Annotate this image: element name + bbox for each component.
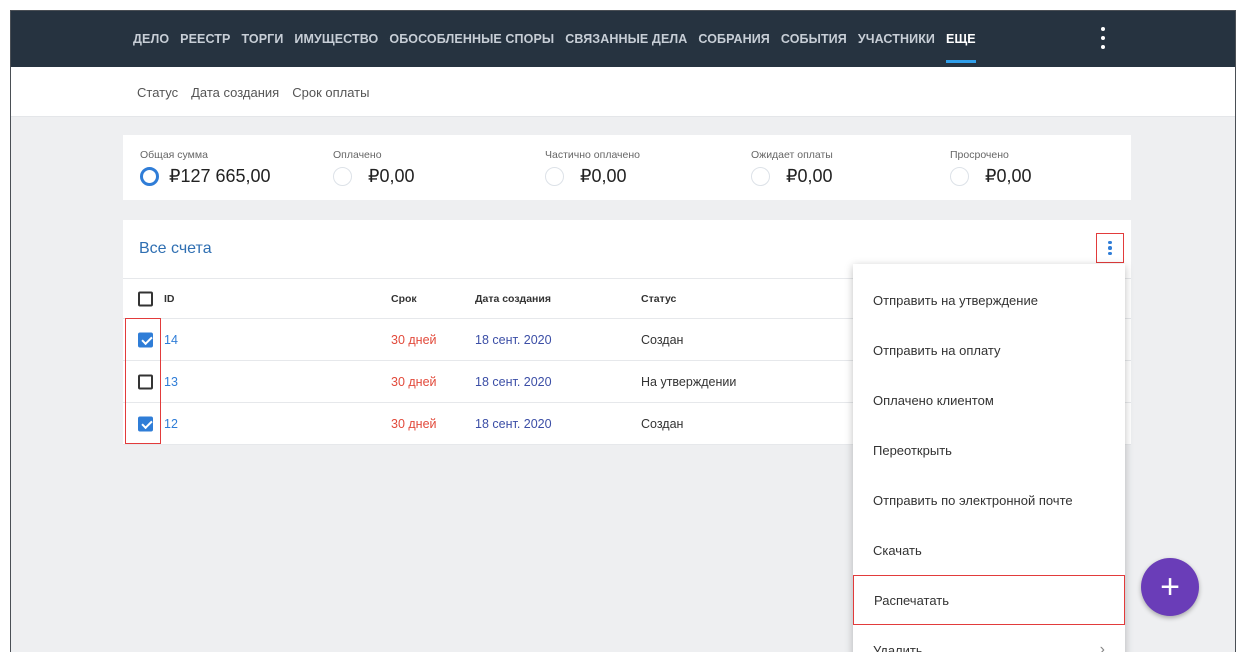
- nav-item-imushchestvo[interactable]: ИМУЩЕСТВО: [294, 32, 378, 46]
- summary-overdue: Просрочено ₽0,00: [950, 149, 1032, 187]
- ring-icon: [545, 167, 564, 186]
- summary-label: Оплачено: [333, 149, 382, 161]
- invoice-status: На утверждении: [641, 374, 737, 389]
- ring-icon: [333, 167, 352, 186]
- menu-item-send-for-payment[interactable]: Отправить на оплату: [853, 325, 1125, 375]
- summary-value: ₽0,00: [786, 166, 833, 186]
- summary-value: ₽0,00: [368, 166, 415, 186]
- kebab-vertical-icon[interactable]: [1096, 27, 1110, 49]
- summary-partially-paid: Частично оплачено ₽0,00: [545, 149, 640, 187]
- invoice-status: Создан: [641, 416, 684, 431]
- invoice-status: Создан: [641, 332, 684, 347]
- column-header-srok[interactable]: Срок: [391, 293, 417, 305]
- invoices-title: Все счета: [139, 240, 212, 257]
- menu-item-paid-by-client[interactable]: Оплачено клиентом: [853, 375, 1125, 425]
- subnav-due-date[interactable]: Срок оплаты: [292, 85, 369, 100]
- sub-navigation: Статус Дата создания Срок оплаты: [11, 67, 1235, 117]
- invoice-due: 30 дней: [391, 332, 437, 347]
- invoice-date: 18 сент. 2020: [475, 416, 552, 431]
- menu-item-delete[interactable]: Удалить ›: [853, 625, 1125, 652]
- invoice-id-link[interactable]: 13: [164, 375, 178, 389]
- invoice-due: 30 дней: [391, 416, 437, 431]
- column-header-date[interactable]: Дата создания: [475, 293, 551, 305]
- nav-item-obosoblennye-spory[interactable]: ОБОСОБЛЕННЫЕ СПОРЫ: [389, 32, 554, 46]
- select-all-checkbox[interactable]: [138, 291, 153, 306]
- ring-icon: [140, 167, 159, 186]
- chevron-right-icon: ›: [1099, 641, 1105, 652]
- ring-icon: [751, 167, 770, 186]
- summary-total: Общая сумма ₽127 665,00: [140, 149, 271, 187]
- top-navigation: ДЕЛО РЕЕСТР ТОРГИ ИМУЩЕСТВО ОБОСОБЛЕННЫЕ…: [11, 11, 1235, 67]
- summary-awaiting: Ожидает оплаты ₽0,00: [751, 149, 833, 187]
- nav-item-uchastniki[interactable]: УЧАСТНИКИ: [858, 32, 935, 46]
- invoices-context-menu: Отправить на утверждение Отправить на оп…: [853, 264, 1125, 652]
- row-checkbox[interactable]: [138, 416, 153, 431]
- menu-item-delete-label: Удалить: [873, 642, 923, 652]
- app-frame: ДЕЛО РЕЕСТР ТОРГИ ИМУЩЕСТВО ОБОСОБЛЕННЫЕ…: [10, 10, 1236, 652]
- nav-item-reestr[interactable]: РЕЕСТР: [180, 32, 230, 46]
- nav-item-sobraniya[interactable]: СОБРАНИЯ: [698, 32, 770, 46]
- invoice-id-link[interactable]: 12: [164, 417, 178, 431]
- nav-item-sobytiya[interactable]: СОБЫТИЯ: [781, 32, 847, 46]
- ring-icon: [950, 167, 969, 186]
- subnav-date-created[interactable]: Дата создания: [191, 85, 279, 100]
- subnav-status[interactable]: Статус: [137, 85, 178, 100]
- invoice-due: 30 дней: [391, 374, 437, 389]
- summary-panel: Общая сумма ₽127 665,00 Оплачено ₽0,00 Ч…: [123, 135, 1131, 200]
- summary-paid: Оплачено ₽0,00: [333, 149, 415, 187]
- summary-value: ₽0,00: [985, 166, 1032, 186]
- menu-item-send-email[interactable]: Отправить по электронной почте: [853, 475, 1125, 525]
- column-header-status[interactable]: Статус: [641, 293, 676, 305]
- menu-item-send-for-approval[interactable]: Отправить на утверждение: [853, 275, 1125, 325]
- summary-label: Ожидает оплаты: [751, 149, 833, 161]
- invoice-id-link[interactable]: 14: [164, 333, 178, 347]
- invoice-date: 18 сент. 2020: [475, 332, 552, 347]
- row-checkbox[interactable]: [138, 332, 153, 347]
- menu-item-print[interactable]: Распечатать: [853, 575, 1125, 625]
- menu-item-reopen[interactable]: Переоткрыть: [853, 425, 1125, 475]
- summary-label: Просрочено: [950, 149, 1009, 161]
- column-header-id[interactable]: ID: [164, 293, 175, 305]
- invoices-menu-kebab-icon[interactable]: [1096, 233, 1124, 263]
- nav-item-torgi[interactable]: ТОРГИ: [241, 32, 283, 46]
- nav-item-delo[interactable]: ДЕЛО: [133, 32, 169, 46]
- top-nav-items: ДЕЛО РЕЕСТР ТОРГИ ИМУЩЕСТВО ОБОСОБЛЕННЫЕ…: [133, 11, 987, 67]
- summary-label: Частично оплачено: [545, 149, 640, 161]
- menu-item-download[interactable]: Скачать: [853, 525, 1125, 575]
- summary-value: ₽127 665,00: [169, 166, 271, 186]
- nav-item-svyazannye-dela[interactable]: СВЯЗАННЫЕ ДЕЛА: [565, 32, 687, 46]
- summary-value: ₽0,00: [580, 166, 627, 186]
- nav-item-eshche[interactable]: ЕЩЕ: [946, 32, 976, 63]
- add-fab-button[interactable]: +: [1141, 558, 1199, 616]
- summary-label: Общая сумма: [140, 149, 208, 161]
- row-checkbox[interactable]: [138, 374, 153, 389]
- invoice-date: 18 сент. 2020: [475, 374, 552, 389]
